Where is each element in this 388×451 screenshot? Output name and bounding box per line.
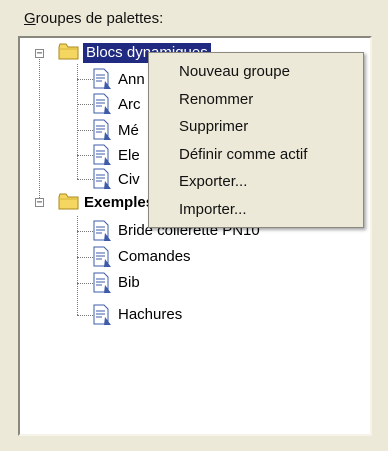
tree-group-label[interactable]: Exemples — [84, 193, 154, 213]
palette-doc-icon — [93, 272, 111, 293]
tree-item-label[interactable]: Arc — [118, 95, 141, 115]
palette-doc-icon — [93, 119, 111, 140]
tree-item-label[interactable]: Civ — [118, 170, 140, 190]
tree-item-label[interactable]: Hachures — [118, 305, 182, 325]
palette-doc-icon — [93, 304, 111, 325]
menu-item-nouveau-groupe[interactable]: Nouveau groupe — [179, 62, 290, 82]
menu-item-renommer[interactable]: Renommer — [179, 90, 253, 110]
tree-item-label[interactable]: Comandes — [118, 247, 191, 267]
context-menu: Nouveau groupe Renommer Supprimer Défini… — [148, 52, 364, 228]
palette-groups-title: Groupes de palettes: — [24, 10, 164, 27]
palette-doc-icon — [93, 144, 111, 165]
tree-item-label[interactable]: Ele — [118, 146, 140, 166]
palette-doc-icon — [93, 220, 111, 241]
collapse-icon[interactable]: − — [35, 49, 44, 59]
tree-item-label[interactable]: Mé — [118, 121, 139, 141]
palette-doc-icon — [93, 68, 111, 89]
menu-item-importer[interactable]: Importer... — [179, 200, 247, 220]
palette-doc-icon — [93, 93, 111, 114]
palette-doc-icon — [93, 246, 111, 267]
menu-item-definir-actif[interactable]: Définir comme actif — [179, 145, 307, 165]
menu-item-exporter[interactable]: Exporter... — [179, 172, 247, 192]
menu-item-supprimer[interactable]: Supprimer — [179, 117, 248, 137]
folder-icon — [58, 193, 79, 210]
tree-item-label[interactable]: Bib — [118, 273, 140, 293]
tree-item-label[interactable]: Ann — [118, 70, 145, 90]
palette-doc-icon — [93, 168, 111, 189]
collapse-icon[interactable]: − — [35, 198, 44, 208]
folder-icon — [58, 43, 79, 60]
